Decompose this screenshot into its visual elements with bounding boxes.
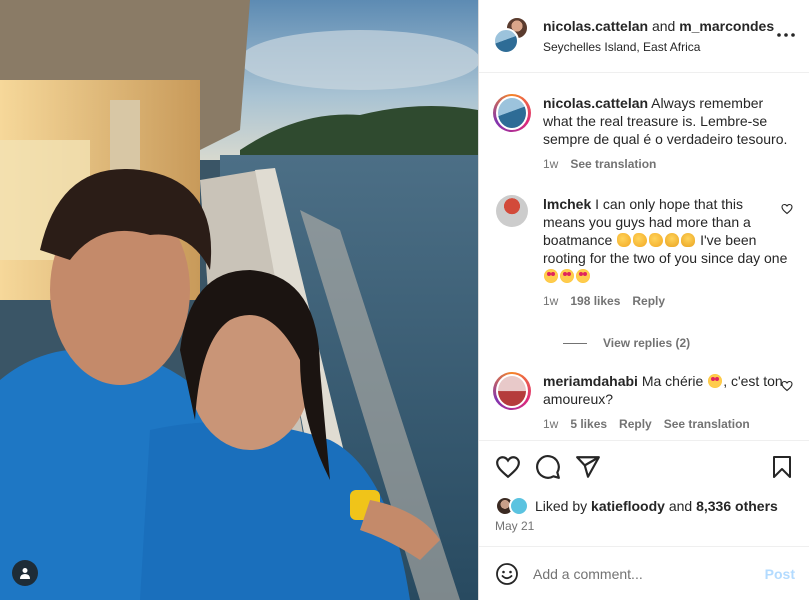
clapping-hands-emoji-icon bbox=[649, 233, 664, 247]
post-header: nicolas.cattelan and m_marcondes Seychel… bbox=[479, 0, 809, 73]
comment-time[interactable]: 1w bbox=[543, 155, 558, 173]
comment-username[interactable]: meriamdahabi bbox=[543, 373, 638, 389]
liked-by-prefix: Liked by bbox=[535, 498, 588, 514]
user-tag-button[interactable] bbox=[12, 560, 38, 586]
comment-item: lmchek I can only hope that this means y… bbox=[493, 195, 795, 310]
see-translation-link[interactable]: See translation bbox=[570, 155, 656, 173]
heart-eyes-emoji-icon bbox=[708, 374, 723, 388]
author-link[interactable]: nicolas.cattelan bbox=[543, 18, 648, 34]
comments-list[interactable]: nicolas.cattelan Always remember what th… bbox=[479, 74, 809, 440]
avatar-ring[interactable] bbox=[493, 372, 531, 410]
comment-likes-count[interactable]: 5 likes bbox=[570, 415, 607, 433]
post-date[interactable]: May 21 bbox=[495, 519, 534, 533]
comment-input[interactable]: Add a comment... bbox=[533, 566, 765, 582]
location-link[interactable]: Seychelles Island, East Africa bbox=[543, 39, 774, 55]
comment-like-heart-icon[interactable] bbox=[781, 380, 793, 392]
heart-eyes-emoji-icon bbox=[560, 269, 574, 283]
comment-time[interactable]: 1w bbox=[543, 415, 558, 433]
avatar[interactable] bbox=[493, 28, 519, 54]
reply-button[interactable]: Reply bbox=[632, 292, 665, 310]
view-replies-button[interactable]: View replies (2) bbox=[563, 336, 795, 350]
post-comment-button[interactable]: Post bbox=[765, 566, 795, 582]
heart-eyes-emoji-icon bbox=[544, 269, 558, 283]
more-options-button[interactable] bbox=[777, 26, 795, 37]
comment-icon[interactable] bbox=[535, 454, 561, 480]
avatar[interactable] bbox=[496, 195, 528, 227]
raising-hands-emoji-icon bbox=[665, 233, 680, 247]
comment-username[interactable]: nicolas.cattelan bbox=[543, 95, 648, 111]
avatar[interactable] bbox=[509, 496, 529, 516]
author-link[interactable]: m_marcondes bbox=[679, 18, 774, 34]
post-actions bbox=[479, 440, 809, 496]
liked-by-user[interactable]: katiefloody bbox=[591, 498, 665, 514]
raising-hands-emoji-icon bbox=[681, 233, 696, 247]
comment-likes-count[interactable]: 198 likes bbox=[570, 292, 620, 310]
bookmark-icon[interactable] bbox=[771, 455, 793, 479]
view-replies-divider bbox=[563, 342, 587, 344]
post-side-panel: nicolas.cattelan and m_marcondes Seychel… bbox=[478, 0, 809, 600]
clapping-hands-emoji-icon bbox=[617, 233, 632, 247]
photo-image bbox=[0, 0, 478, 600]
user-tag-icon bbox=[20, 568, 30, 579]
like-heart-icon[interactable] bbox=[495, 454, 521, 480]
clapping-hands-emoji-icon bbox=[633, 233, 648, 247]
see-translation-link[interactable]: See translation bbox=[664, 415, 750, 433]
comment-time[interactable]: 1w bbox=[543, 292, 558, 310]
header-avatars[interactable] bbox=[493, 16, 533, 56]
add-comment-bar: Add a comment... Post bbox=[479, 546, 809, 600]
comment-username[interactable]: lmchek bbox=[543, 196, 591, 212]
share-icon[interactable] bbox=[575, 454, 601, 480]
comment-like-heart-icon[interactable] bbox=[781, 203, 793, 215]
heart-eyes-emoji-icon bbox=[576, 269, 590, 283]
authors-joiner: and bbox=[651, 17, 676, 34]
avatar[interactable] bbox=[496, 374, 528, 408]
more-icon bbox=[777, 33, 795, 37]
liked-by-joiner: and bbox=[668, 498, 693, 514]
caption: nicolas.cattelan Always remember what th… bbox=[493, 94, 795, 173]
avatar-ring[interactable] bbox=[493, 94, 531, 132]
emoji-icon[interactable] bbox=[495, 562, 519, 586]
likes-count-link[interactable]: 8,336 others bbox=[696, 498, 778, 514]
avatar[interactable] bbox=[496, 96, 528, 130]
post-authors: nicolas.cattelan and m_marcondes bbox=[543, 17, 774, 36]
comment-item: meriamdahabi Ma chérie , c'est ton amour… bbox=[493, 372, 795, 433]
view-replies-label: View replies (2) bbox=[603, 336, 691, 350]
comment-text: Ma chérie bbox=[641, 373, 704, 389]
reply-button[interactable]: Reply bbox=[619, 415, 652, 433]
post-photo[interactable] bbox=[0, 0, 478, 600]
likes-summary: Liked by katiefloody and 8,336 others bbox=[495, 496, 795, 516]
